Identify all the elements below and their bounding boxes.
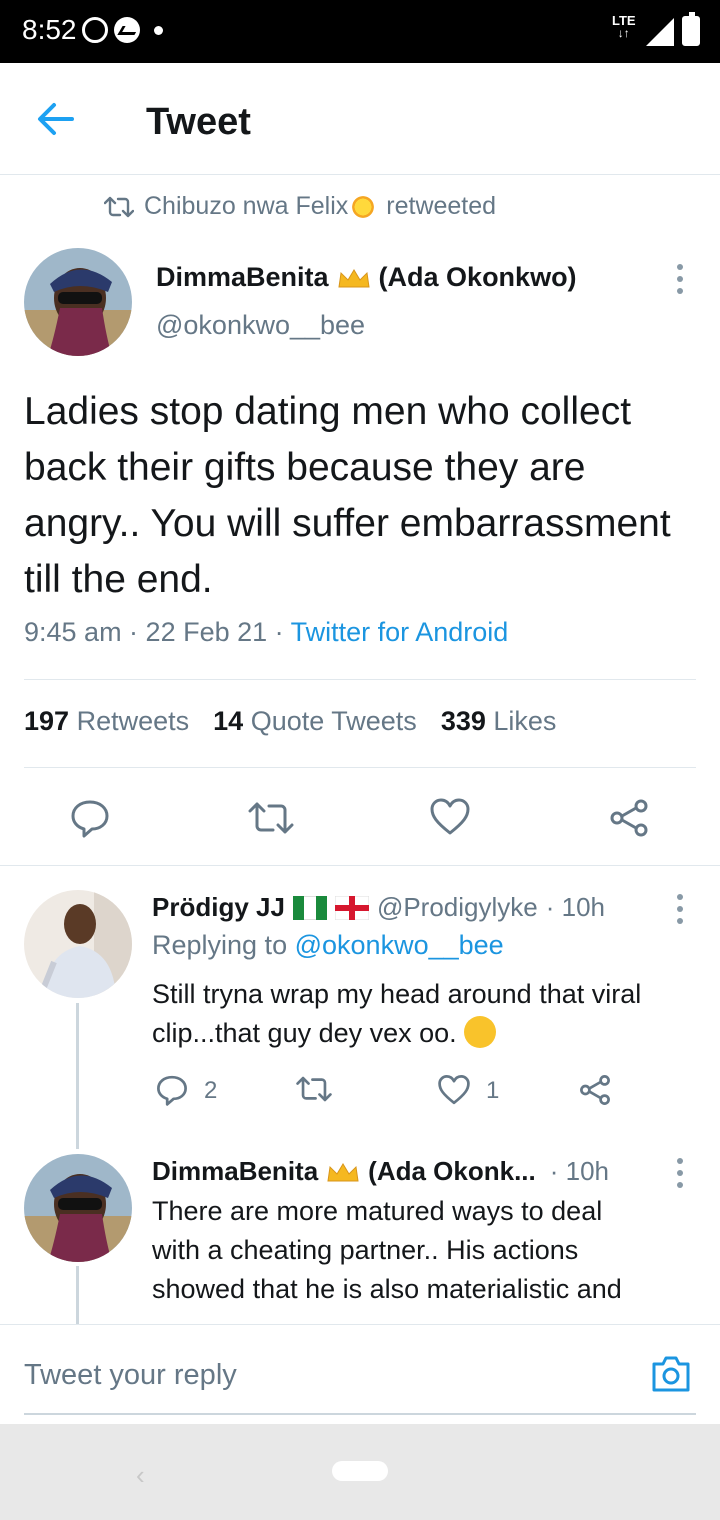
likes-stat[interactable]: 339 Likes xyxy=(441,706,557,737)
reply-time: · 10h xyxy=(545,892,605,922)
author-handle: @okonkwo__bee xyxy=(156,310,366,340)
like-icon[interactable] xyxy=(430,798,470,836)
input-underline xyxy=(24,1413,696,1415)
page-title: Tweet xyxy=(146,101,251,143)
reply-count: 2 xyxy=(204,1077,218,1104)
reply-icon[interactable] xyxy=(70,798,110,838)
retweets-stat[interactable]: 197 Retweets xyxy=(24,706,189,737)
thread-connector xyxy=(76,1266,79,1324)
reply-actions: 2 1 xyxy=(0,1072,720,1108)
crown-emoji-icon xyxy=(337,268,370,287)
reply-text: clip...that guy dey vex oo. xyxy=(152,1014,497,1053)
like-icon[interactable] xyxy=(438,1074,470,1106)
quote-tweets-stat[interactable]: 14 Quote Tweets xyxy=(213,706,417,737)
replying-to: Replying to @okonkwo__bee xyxy=(152,930,504,960)
retweet-context[interactable]: Chibuzo nwa Felix retweeted xyxy=(104,192,496,221)
more-icon[interactable] xyxy=(676,1158,684,1188)
retweet-suffix: retweeted xyxy=(386,192,497,220)
reply-text: Still tryna wrap my head around that vir… xyxy=(152,979,642,1009)
reply-text: with a cheating partner.. His actions xyxy=(152,1235,579,1265)
tweet-source-link[interactable]: Twitter for Android xyxy=(291,617,509,647)
reply-handle: @Prodigylyke xyxy=(376,892,538,922)
tweet-text: Ladies stop dating men who collect back … xyxy=(24,390,671,601)
profile-photo xyxy=(24,1154,132,1262)
camera-icon[interactable] xyxy=(650,1355,692,1393)
back-arrow-icon[interactable] xyxy=(36,101,76,137)
more-icon[interactable] xyxy=(676,264,684,294)
like-count: 1 xyxy=(486,1077,500,1104)
tweet-meta: 9:45 am · 22 Feb 21 · Twitter for Androi… xyxy=(24,617,508,648)
whatsapp-icon xyxy=(82,17,108,43)
avatar[interactable] xyxy=(24,248,132,356)
england-flag-icon xyxy=(334,895,369,920)
signal-icon xyxy=(646,18,674,46)
network-indicator: LTE ↓↑ xyxy=(612,13,636,40)
reply-author[interactable]: Prödigy JJ @Prodigylyke · 10h xyxy=(152,892,605,923)
nav-home-pill[interactable] xyxy=(332,1461,388,1481)
crown-emoji-icon xyxy=(327,1162,359,1181)
data-arrows-icon: ↓↑ xyxy=(617,26,630,40)
status-time: 8:52 xyxy=(22,14,77,45)
messenger-icon xyxy=(114,17,140,43)
share-icon[interactable] xyxy=(608,798,650,838)
avatar[interactable] xyxy=(24,1154,132,1262)
status-bar: 8:52 LTE ↓↑ xyxy=(0,0,720,63)
more-icon[interactable] xyxy=(676,894,684,924)
nigeria-flag-icon xyxy=(292,895,327,920)
retweet-icon[interactable] xyxy=(296,1076,332,1102)
divider xyxy=(24,767,696,768)
tweet-actions xyxy=(0,796,720,840)
avatar[interactable] xyxy=(24,890,132,998)
divider xyxy=(0,865,720,866)
reply-composer[interactable]: Tweet your reply xyxy=(0,1324,720,1424)
retweet-icon[interactable] xyxy=(248,802,294,834)
profile-photo xyxy=(24,890,132,998)
profile-photo xyxy=(24,248,132,356)
reply-text: showed that he is also materialistic and xyxy=(152,1274,622,1304)
reply-icon[interactable] xyxy=(156,1074,188,1106)
reply-author[interactable]: DimmaBenita (Ada Okonk... · 10h xyxy=(152,1156,609,1187)
reply-input[interactable]: Tweet your reply xyxy=(24,1359,237,1392)
retweet-icon xyxy=(104,196,134,217)
retweeter-name: Chibuzo nwa Felix xyxy=(144,192,349,220)
notification-dot-icon xyxy=(154,25,163,35)
divider xyxy=(24,679,696,680)
author-name[interactable]: DimmaBenita (Ada Okonkwo) xyxy=(156,262,577,293)
replying-to-link[interactable]: @okonkwo__bee xyxy=(295,930,504,960)
reply-time: · 10h xyxy=(549,1156,609,1186)
system-nav-bar: ‹ xyxy=(0,1424,720,1520)
smirk-emoji-icon xyxy=(464,1015,497,1048)
tweet-stats: 197 Retweets 14 Quote Tweets 339 Likes xyxy=(24,706,556,737)
battery-icon xyxy=(682,12,700,46)
nav-back-icon[interactable]: ‹ xyxy=(136,1460,145,1491)
reply-text: There are more matured ways to deal xyxy=(152,1196,603,1226)
sun-emoji-icon xyxy=(350,193,377,220)
share-icon[interactable] xyxy=(578,1074,612,1106)
tweet-timestamp: 9:45 am · 22 Feb 21 · xyxy=(24,617,284,647)
app-header: Tweet xyxy=(0,63,720,175)
